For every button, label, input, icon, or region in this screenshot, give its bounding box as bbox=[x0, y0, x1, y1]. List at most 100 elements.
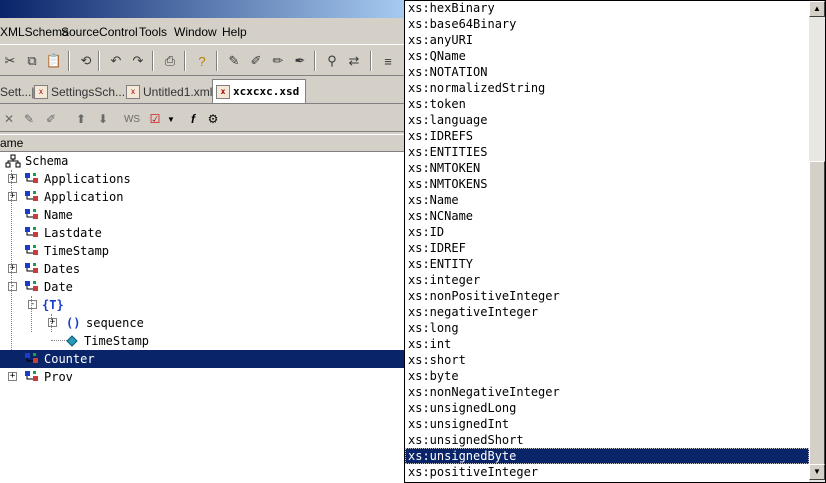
expand-icon[interactable]: + bbox=[48, 318, 57, 327]
type-option[interactable]: xs:unsignedInt bbox=[405, 416, 809, 432]
expand-icon[interactable]: + bbox=[8, 192, 17, 201]
tree-node[interactable]: + Prov bbox=[0, 368, 404, 386]
type-option[interactable]: xs:byte bbox=[405, 368, 809, 384]
type-option[interactable]: xs:negativeInteger bbox=[405, 304, 809, 320]
print-icon[interactable]: ⎙ bbox=[160, 51, 180, 71]
tree-node[interactable]: + Application bbox=[0, 188, 404, 206]
type-option[interactable]: xs:ENTITY bbox=[405, 256, 809, 272]
undo-icon[interactable]: ↶ bbox=[106, 51, 126, 71]
collapse-icon[interactable]: - bbox=[8, 282, 17, 291]
tab-settings-schema[interactable]: x SettingsSch...| bbox=[34, 81, 128, 102]
type-option[interactable]: xs:NOTATION bbox=[405, 64, 809, 80]
type-option[interactable]: xs:nonPositiveInteger bbox=[405, 288, 809, 304]
paste-icon[interactable]: 📋 bbox=[44, 51, 64, 71]
tree-settings-icon[interactable]: ⚙ bbox=[204, 110, 222, 128]
tree-node[interactable]: Counter bbox=[0, 350, 404, 368]
type-option[interactable]: xs:IDREF bbox=[405, 240, 809, 256]
tree-node-label: TimeStamp bbox=[44, 244, 110, 258]
menu-bar: XMLSchema SourceControl Tools Window Hel… bbox=[0, 20, 404, 42]
tree-node-label: Schema bbox=[25, 154, 69, 168]
vertical-scrollbar[interactable]: ▲ ▼ bbox=[809, 1, 825, 482]
type-option[interactable]: xs:integer bbox=[405, 272, 809, 288]
find-icon[interactable]: ⚲ bbox=[322, 51, 342, 71]
refresh-icon[interactable]: ⟲ bbox=[76, 51, 96, 71]
tab-label: xcxcxc.xsd bbox=[233, 85, 300, 98]
type-option[interactable]: xs:unsignedShort bbox=[405, 432, 809, 448]
type-option[interactable]: xs:hexBinary bbox=[405, 1, 809, 16]
type-option[interactable]: xs:normalizedString bbox=[405, 80, 809, 96]
copy-icon[interactable]: ⧉ bbox=[22, 51, 42, 71]
move-up-icon[interactable]: ⬆ bbox=[72, 110, 90, 128]
replace-icon[interactable]: ⇄ bbox=[344, 51, 364, 71]
redo-icon[interactable]: ↷ bbox=[128, 51, 148, 71]
menu-tools[interactable]: Tools bbox=[139, 25, 167, 39]
menu-window[interactable]: Window bbox=[174, 25, 217, 39]
dropdown-arrow-icon[interactable]: ▼ bbox=[166, 110, 176, 128]
tree-node[interactable]: - Date bbox=[0, 278, 404, 296]
type-option[interactable]: xs:nonNegativeInteger bbox=[405, 384, 809, 400]
type-option[interactable]: xs:long bbox=[405, 320, 809, 336]
type-option[interactable]: xs:anyURI bbox=[405, 32, 809, 48]
type-option[interactable]: xs:QName bbox=[405, 48, 809, 64]
type-option[interactable]: xs:NCName bbox=[405, 208, 809, 224]
tab-settings[interactable]: Sett...| bbox=[0, 81, 34, 102]
expand-icon[interactable]: + bbox=[8, 264, 17, 273]
tree-node[interactable]: Lastdate bbox=[0, 224, 404, 242]
format-icon[interactable]: ✏ bbox=[268, 51, 288, 71]
type-option[interactable]: xs:IDREFS bbox=[405, 128, 809, 144]
tree-connector bbox=[31, 296, 32, 332]
menu-sourcecontrol[interactable]: SourceControl bbox=[61, 25, 138, 39]
move-down-icon[interactable]: ⬇ bbox=[94, 110, 112, 128]
tree-node[interactable]: + Dates bbox=[0, 260, 404, 278]
type-option[interactable]: xs:base64Binary bbox=[405, 16, 809, 32]
menu-help[interactable]: Help bbox=[222, 25, 247, 39]
type-option[interactable]: xs:short bbox=[405, 352, 809, 368]
tree-node[interactable]: TimeStamp bbox=[0, 332, 404, 350]
scroll-thumb[interactable] bbox=[809, 161, 825, 465]
tree-node[interactable]: + Applications bbox=[0, 170, 404, 188]
type-option[interactable]: xs:positiveInteger bbox=[405, 464, 809, 480]
type-option[interactable]: xs:NMTOKEN bbox=[405, 160, 809, 176]
transform-icon[interactable]: ✒ bbox=[290, 51, 310, 71]
tab-untitled1[interactable]: x Untitled1.xml * bbox=[126, 81, 220, 102]
element-icon bbox=[24, 280, 40, 294]
type-option[interactable]: xs:NMTOKENS bbox=[405, 176, 809, 192]
function-icon[interactable]: f bbox=[184, 110, 202, 128]
tree-connector bbox=[51, 340, 67, 341]
type-option[interactable]: xs:ENTITIES bbox=[405, 144, 809, 160]
help-icon[interactable]: ? bbox=[192, 51, 212, 71]
check-icon[interactable]: ✐ bbox=[246, 51, 266, 71]
tree-node[interactable]: Name bbox=[0, 206, 404, 224]
menu-xmlschema[interactable]: XMLSchema bbox=[0, 25, 69, 39]
type-option[interactable]: xs:Name bbox=[405, 192, 809, 208]
tree-node[interactable]: - {T} bbox=[0, 296, 404, 314]
scroll-up-icon[interactable]: ▲ bbox=[809, 1, 825, 17]
type-option[interactable]: xs:int bbox=[405, 336, 809, 352]
scroll-down-icon[interactable]: ▼ bbox=[809, 464, 825, 480]
text-view-icon[interactable]: ≡ bbox=[378, 51, 398, 71]
delete-icon[interactable]: ✕ bbox=[0, 110, 18, 128]
checklist-icon[interactable]: ☑ bbox=[146, 110, 164, 128]
type-dropdown-list[interactable]: xs:hexBinary xs:base64Binary xs:anyURI xs:Q… bbox=[404, 0, 826, 483]
tree-node[interactable]: Schema bbox=[0, 152, 404, 170]
column-header-name[interactable]: ame bbox=[0, 134, 404, 152]
type-option[interactable]: xs:language bbox=[405, 112, 809, 128]
type-option[interactable]: xs:unsignedLong bbox=[405, 400, 809, 416]
expand-icon[interactable]: + bbox=[8, 174, 17, 183]
tab-xcxcxc-xsd[interactable]: x xcxcxc.xsd bbox=[212, 79, 307, 103]
validate-icon[interactable]: ✎ bbox=[224, 51, 244, 71]
tree-node[interactable]: + () sequence bbox=[0, 314, 404, 332]
cut-icon[interactable]: ✂ bbox=[0, 51, 20, 71]
tree-node[interactable]: TimeStamp bbox=[0, 242, 404, 260]
type-option[interactable]: xs:token bbox=[405, 96, 809, 112]
type-option[interactable]: xs:ID bbox=[405, 224, 809, 240]
edit-icon[interactable]: ✎ bbox=[20, 110, 38, 128]
toolbar-separator bbox=[314, 51, 316, 71]
type-option[interactable]: xs:unsignedByte bbox=[405, 448, 809, 464]
toolbar-separator bbox=[184, 51, 186, 71]
schema-tree: Schema + Applications + Application Name Lastd… bbox=[0, 152, 404, 483]
expand-icon[interactable]: + bbox=[8, 372, 17, 381]
collapse-icon[interactable]: - bbox=[28, 300, 37, 309]
rename-icon[interactable]: ✐ bbox=[42, 110, 60, 128]
ws-button[interactable]: WS bbox=[122, 110, 142, 128]
